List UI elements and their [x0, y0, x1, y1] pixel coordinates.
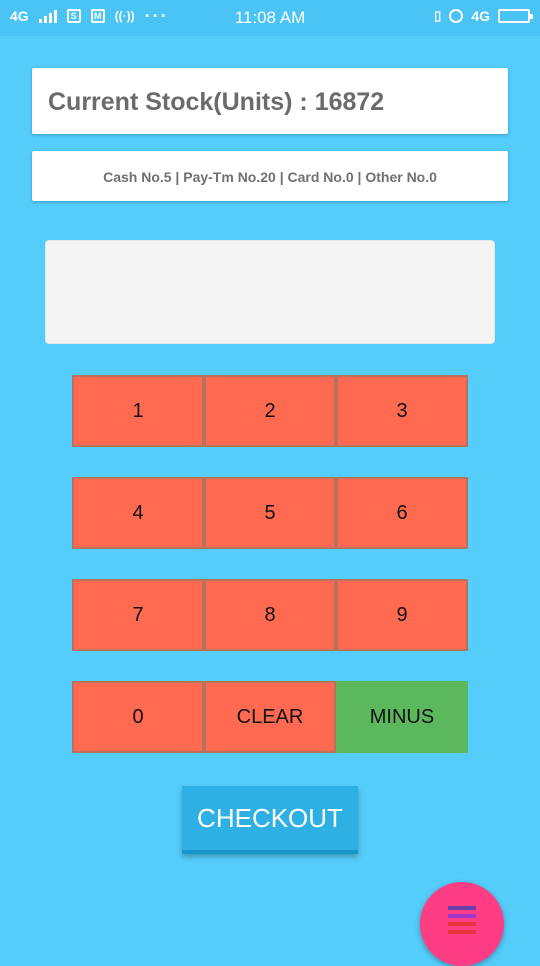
key-9-button[interactable]: 9: [336, 579, 468, 651]
menu-fab-button[interactable]: [420, 882, 504, 966]
payment-summary-card: Cash No.5 | Pay-Tm No.20 | Card No.0 | O…: [32, 151, 508, 201]
current-stock-label: Current Stock(Units) : 16872: [48, 88, 385, 116]
key-7-button[interactable]: 7: [72, 579, 204, 651]
checkout-button[interactable]: CHECKOUT: [182, 786, 358, 854]
key-8-button[interactable]: 8: [204, 579, 336, 651]
payment-summary-text: Cash No.5 | Pay-Tm No.20 | Card No.0 | O…: [103, 169, 437, 185]
key-4-button[interactable]: 4: [72, 477, 204, 549]
status-bar: 4G S M ((·)) ··· 11:08 AM ▯ 4G: [0, 0, 540, 36]
clear-button[interactable]: CLEAR: [204, 681, 336, 753]
key-6-button[interactable]: 6: [336, 477, 468, 549]
network-type-right: 4G: [471, 8, 490, 24]
stock-card: Current Stock(Units) : 16872: [32, 68, 508, 134]
battery-icon: [498, 9, 533, 23]
key-5-button[interactable]: 5: [204, 477, 336, 549]
alarm-icon: [449, 9, 464, 23]
key-2-button[interactable]: 2: [204, 375, 336, 447]
minus-button[interactable]: MINUS: [336, 681, 468, 753]
quantity-display[interactable]: [45, 240, 495, 344]
vibrate-icon: ▯: [434, 8, 442, 23]
key-0-button[interactable]: 0: [72, 681, 204, 753]
key-3-button[interactable]: 3: [336, 375, 468, 447]
status-right: ▯ 4G: [434, 8, 533, 24]
key-1-button[interactable]: 1: [72, 375, 204, 447]
